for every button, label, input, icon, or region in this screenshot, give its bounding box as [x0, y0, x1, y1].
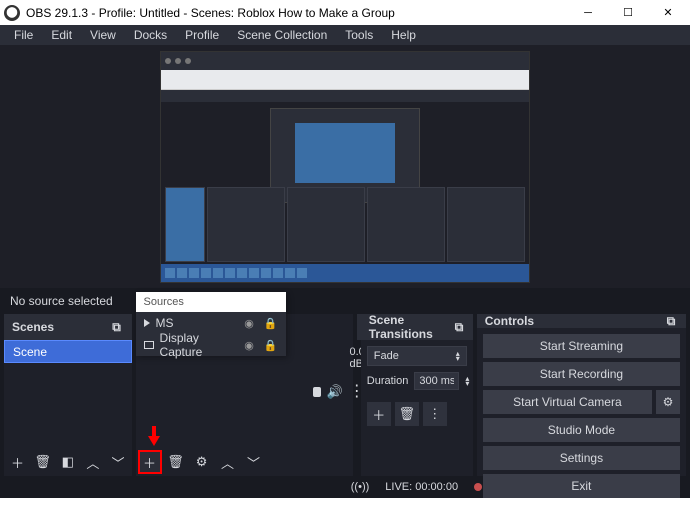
visibility-icon[interactable]: ◉ — [244, 317, 254, 330]
preview-display-capture — [160, 51, 530, 283]
speaker-icon[interactable]: 🔊 — [327, 384, 343, 400]
source-item-display-capture[interactable]: Display Capture ◉ 🔒 — [136, 334, 286, 356]
transition-select[interactable]: Fade ▴▾ — [367, 346, 467, 366]
obs-app-icon: ⬤ — [4, 5, 20, 21]
menu-file[interactable]: File — [6, 26, 41, 44]
source-remove-button[interactable]: 🗑 — [164, 450, 188, 474]
start-recording-button[interactable]: Start Recording — [483, 362, 680, 386]
controls-panel: Controls ⧉ Start Streaming Start Recordi… — [477, 314, 686, 476]
source-properties-button[interactable]: ⚙ — [190, 450, 214, 474]
annotation-arrow-icon — [148, 426, 160, 446]
scenes-header: Scenes ⧉ — [4, 314, 132, 340]
window-minimize-button[interactable]: ─ — [568, 0, 608, 25]
scene-add-button[interactable]: ＋ — [6, 450, 29, 474]
scene-down-button[interactable]: ﹀ — [106, 450, 129, 474]
chevron-up-down-icon: ▴▾ — [456, 351, 460, 361]
scene-item-label: Scene — [13, 345, 47, 359]
dock-icon[interactable]: ⧉ — [453, 320, 465, 334]
sources-toolbar: ＋ 🗑 ⚙ ︿ ﹀ — [136, 448, 353, 476]
scene-filter-button[interactable]: ◧ — [56, 450, 79, 474]
start-virtual-camera-button[interactable]: Start Virtual Camera — [483, 390, 652, 414]
no-source-bar: No source selected — [0, 288, 690, 314]
window-close-button[interactable]: ✕ — [648, 0, 688, 25]
source-down-button[interactable]: ﹀ — [242, 450, 266, 474]
menu-profile[interactable]: Profile — [177, 26, 227, 44]
studio-mode-button[interactable]: Studio Mode — [483, 418, 680, 442]
transition-properties-button[interactable]: ⋮ — [423, 402, 447, 426]
sources-popup-header: Sources — [136, 292, 286, 312]
scene-up-button[interactable]: ︿ — [81, 450, 104, 474]
exit-button[interactable]: Exit — [483, 474, 680, 498]
start-streaming-button[interactable]: Start Streaming — [483, 334, 680, 358]
menubar: File Edit View Docks Profile Scene Colle… — [0, 25, 690, 45]
lock-icon[interactable]: 🔒 — [264, 317, 278, 330]
dock-icon[interactable]: ⧉ — [110, 320, 124, 334]
source-up-button[interactable]: ︿ — [216, 450, 240, 474]
transition-selected-label: Fade — [374, 350, 399, 362]
window-titlebar: ⬤ OBS 29.1.3 - Profile: Untitled - Scene… — [0, 0, 690, 25]
transition-remove-button[interactable]: 🗑 — [395, 402, 419, 426]
chevron-up-down-icon[interactable]: ▴▾ — [465, 376, 469, 386]
controls-header-label: Controls — [485, 314, 534, 328]
source-add-button[interactable]: ＋ — [138, 450, 162, 474]
transition-duration-input[interactable] — [414, 372, 459, 390]
controls-header: Controls ⧉ — [477, 314, 686, 328]
scene-transitions-header-label: Scene Transitions — [369, 313, 453, 341]
transition-duration-label: Duration — [367, 375, 409, 387]
sources-popup: Sources MS ◉ 🔒 Display Capture ◉ 🔒 — [136, 292, 286, 356]
dock-icon[interactable]: ⧉ — [664, 314, 678, 328]
scene-remove-button[interactable]: 🗑 — [31, 450, 54, 474]
menu-tools[interactable]: Tools — [337, 26, 381, 44]
visibility-icon[interactable]: ◉ — [244, 339, 254, 352]
scenes-panel: Scenes ⧉ Scene ＋ 🗑 ◧ ︿ ﹀ — [4, 314, 132, 476]
menu-help[interactable]: Help — [383, 26, 424, 44]
menu-docks[interactable]: Docks — [126, 26, 175, 44]
window-maximize-button[interactable]: ☐ — [608, 0, 648, 25]
menu-edit[interactable]: Edit — [43, 26, 80, 44]
menu-view[interactable]: View — [82, 26, 124, 44]
display-capture-icon — [144, 341, 154, 349]
menu-scene-collection[interactable]: Scene Collection — [229, 26, 335, 44]
source-item-label: MS — [156, 316, 235, 330]
virtual-camera-settings-button[interactable]: ⚙ — [656, 390, 680, 414]
no-source-label: No source selected — [10, 294, 113, 308]
preview-area[interactable] — [0, 45, 690, 288]
scene-transitions-panel: Scene Transitions ⧉ Fade ▴▾ Duration ▴▾ … — [361, 314, 473, 476]
scene-transitions-header: Scene Transitions ⧉ — [361, 314, 473, 340]
status-network-icon: ((•)) — [351, 481, 370, 493]
scenes-header-label: Scenes — [12, 320, 54, 334]
media-source-icon — [144, 319, 150, 327]
source-item-label: Display Capture — [160, 331, 235, 359]
transition-add-button[interactable]: ＋ — [367, 402, 391, 426]
scene-item[interactable]: Scene — [4, 340, 132, 363]
settings-button[interactable]: Settings — [483, 446, 680, 470]
status-live: LIVE: 00:00:00 — [385, 481, 458, 493]
window-title: OBS 29.1.3 - Profile: Untitled - Scenes:… — [26, 6, 568, 20]
lock-icon[interactable]: 🔒 — [264, 339, 278, 352]
scenes-toolbar: ＋ 🗑 ◧ ︿ ﹀ — [4, 448, 132, 476]
